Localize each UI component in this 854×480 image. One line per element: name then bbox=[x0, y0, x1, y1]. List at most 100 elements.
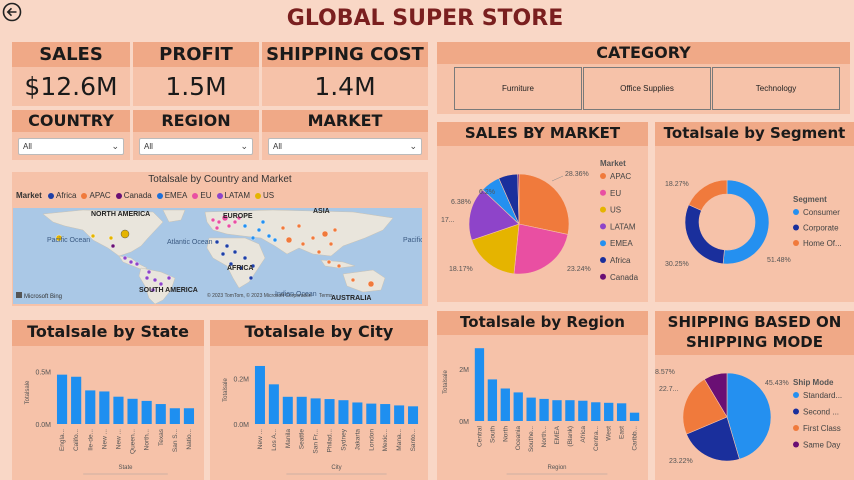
segment-chart[interactable]: 51.48% 30.25% 18.27% Segment Consumer Corpora… bbox=[655, 146, 854, 302]
bar bbox=[99, 391, 110, 424]
x-tick-label: North... bbox=[541, 426, 548, 448]
map-point bbox=[250, 235, 256, 241]
bar bbox=[324, 399, 335, 424]
state-bar-chart[interactable]: 0.5M 0.0M Totalsale Engla... Califo... Ile-de… bbox=[12, 346, 204, 480]
legend-dot bbox=[48, 193, 55, 199]
bar bbox=[487, 379, 498, 421]
map-legend-item: EU bbox=[192, 191, 212, 200]
bar bbox=[513, 392, 523, 421]
world-map[interactable]: NORTH AMERICA EUROPE ASIA Pacific Ocean Atla… bbox=[13, 208, 422, 304]
x-tick-label: Natio... bbox=[186, 429, 193, 450]
back-icon[interactable] bbox=[2, 2, 22, 22]
x-tick-label: New ... bbox=[257, 429, 264, 449]
map-point bbox=[146, 269, 152, 275]
bar bbox=[604, 402, 614, 421]
bar bbox=[183, 408, 195, 424]
ship-mode-chart[interactable]: 45.43% 23.22% 22.7... 8.57% Ship Mode Standar… bbox=[655, 355, 854, 480]
kpi-shipping-card: SHIPPING COST 1.4M bbox=[262, 42, 428, 106]
map-point bbox=[144, 275, 150, 281]
x-tick-label: Southe... bbox=[528, 426, 535, 452]
pie-data-label: 45.43% bbox=[765, 380, 789, 387]
africa-land bbox=[206, 237, 266, 289]
x-tick-label: Los A... bbox=[271, 429, 278, 451]
x-axis-label: Region bbox=[547, 465, 566, 471]
x-tick-label: London bbox=[368, 429, 375, 451]
map-point bbox=[367, 280, 375, 288]
chevron-down-icon: ⌄ bbox=[409, 141, 417, 151]
y-tick-label: 2M bbox=[459, 367, 469, 374]
legend-dot bbox=[81, 193, 88, 199]
y-tick-label: 0.0M bbox=[35, 422, 51, 429]
country-dropdown[interactable]: All ⌄ bbox=[18, 138, 124, 155]
y-axis-label: Totalsale bbox=[223, 378, 229, 402]
x-tick-label: Mana... bbox=[396, 429, 403, 451]
map-point bbox=[280, 225, 286, 231]
category-office-supplies-button[interactable]: Office Supplies bbox=[583, 67, 711, 110]
city-chart-panel: Totalsale by City 0.2M 0.0M Totalsale New .… bbox=[210, 320, 428, 480]
map-legend-title: Market bbox=[16, 191, 42, 200]
map-point bbox=[300, 241, 306, 247]
bar bbox=[169, 408, 180, 424]
map-label: EUROPE bbox=[223, 213, 253, 220]
market-filter: MARKET All ⌄ bbox=[262, 110, 428, 160]
legend-dot bbox=[600, 240, 606, 247]
sales-by-market-panel: SALES BY MARKET 28.36% 23.24% 18.17% 17... 6… bbox=[437, 122, 648, 302]
map-point bbox=[226, 223, 232, 229]
map-legend-item: LATAM bbox=[216, 191, 250, 200]
legend-dot bbox=[793, 441, 799, 448]
bar bbox=[394, 405, 405, 424]
bar bbox=[629, 412, 640, 421]
ship-mode-title-line2: SHIPPING MODE bbox=[686, 333, 823, 351]
kpi-profit-value: 1.5M bbox=[165, 72, 227, 101]
market-filter-label: MARKET bbox=[262, 110, 428, 132]
bar bbox=[526, 397, 536, 421]
bar bbox=[296, 396, 307, 424]
region-filter-label: REGION bbox=[133, 110, 259, 132]
city-bar-chart[interactable]: 0.2M 0.0M Totalsale New ... Los A... Manila Se… bbox=[210, 346, 428, 480]
pie-slice bbox=[722, 179, 770, 265]
bar bbox=[366, 403, 377, 424]
y-tick-label: 0.5M bbox=[35, 370, 51, 377]
pie-data-label: 17... bbox=[441, 217, 455, 224]
bar bbox=[591, 402, 601, 421]
legend-dot bbox=[156, 193, 163, 199]
x-tick-label: Manila bbox=[285, 429, 292, 449]
city-chart-title: Totalsale by City bbox=[244, 322, 394, 341]
map-point bbox=[296, 223, 302, 229]
x-tick-label: San S... bbox=[172, 429, 179, 452]
region-dropdown[interactable]: All ⌄ bbox=[139, 138, 253, 155]
market-dropdown[interactable]: All ⌄ bbox=[268, 138, 422, 155]
x-tick-label: Santo... bbox=[410, 429, 417, 452]
x-tick-label: Texas bbox=[158, 428, 165, 446]
pie-data-label: 8.57% bbox=[655, 369, 675, 376]
map-title: Totalsale by Country and Market bbox=[148, 174, 292, 185]
pie-slice bbox=[684, 204, 725, 265]
map-label: Pacific Ocean bbox=[47, 237, 90, 244]
x-tick-label: Mexic... bbox=[382, 429, 389, 452]
market-dropdown-value: All bbox=[273, 142, 282, 151]
legend-item: Africa bbox=[610, 256, 631, 265]
y-tick-label: 0.2M bbox=[233, 377, 249, 384]
category-panel: CATEGORY Furniture Office Supplies Techn… bbox=[437, 42, 850, 114]
map-point bbox=[166, 275, 172, 281]
bar bbox=[500, 388, 510, 421]
map-point bbox=[266, 233, 272, 239]
bing-logo: Microsoft Bing bbox=[16, 292, 62, 300]
scrollbar bbox=[506, 473, 608, 475]
legend-item: Corporate bbox=[803, 224, 839, 233]
map-point bbox=[321, 230, 329, 238]
x-tick-label: Centra... bbox=[593, 426, 600, 451]
region-bar-chart[interactable]: 2M 0M Totalsale Central South North Oceania Sou… bbox=[437, 335, 648, 480]
legend-item: Canada bbox=[610, 273, 639, 282]
bar bbox=[352, 402, 363, 424]
x-tick-label: (Blank) bbox=[567, 426, 574, 447]
category-technology-button[interactable]: Technology bbox=[712, 67, 840, 110]
sales-by-market-chart[interactable]: 28.36% 23.24% 18.17% 17... 6.38% 6.2% Market AP… bbox=[437, 146, 648, 302]
map-label: Pacific Ocean bbox=[403, 237, 422, 244]
category-furniture-button[interactable]: Furniture bbox=[454, 67, 582, 110]
bar bbox=[71, 376, 82, 424]
map-point bbox=[242, 223, 248, 229]
country-dropdown-value: All bbox=[23, 142, 32, 151]
legend-title: Ship Mode bbox=[793, 378, 834, 387]
map-point bbox=[332, 227, 338, 233]
